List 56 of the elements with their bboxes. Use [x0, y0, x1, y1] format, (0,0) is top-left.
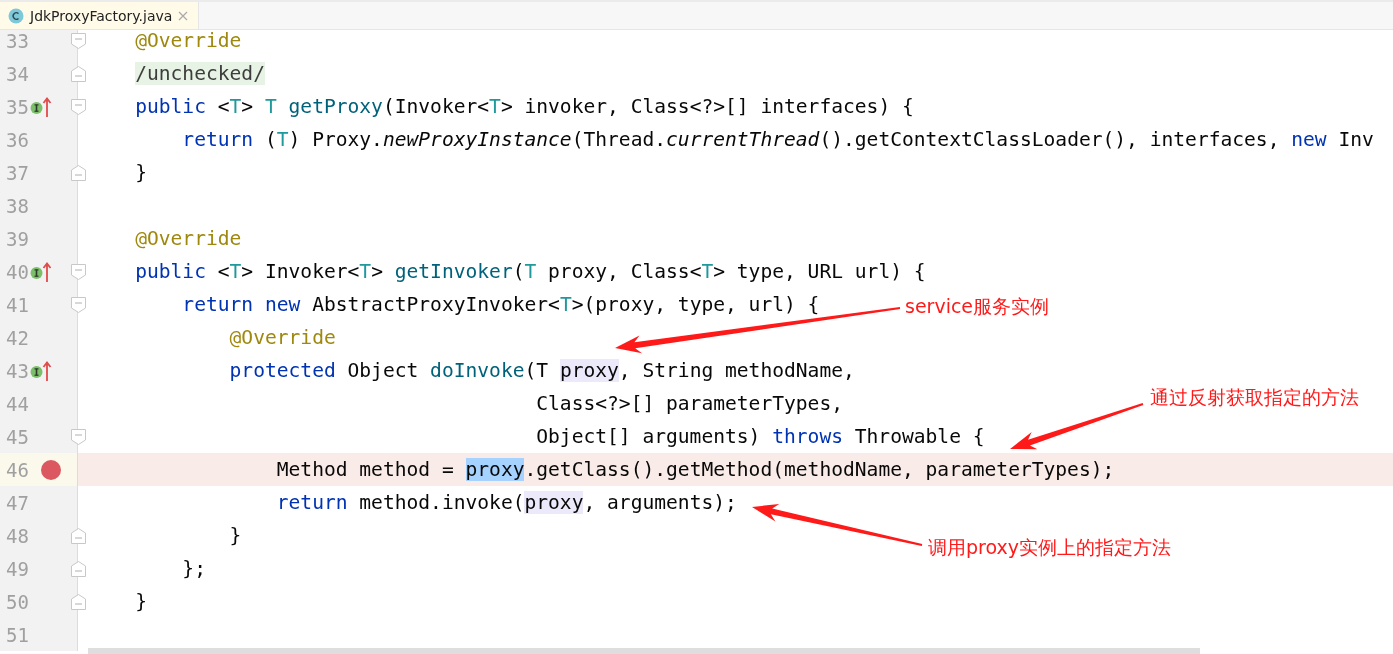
fold-icon[interactable] [71, 429, 86, 445]
line-number: 34 [5, 62, 30, 85]
annotation-label: service服务实例 [905, 294, 1050, 319]
line-number: 51 [5, 623, 30, 646]
breakpoint-icon[interactable] [40, 458, 62, 481]
line-number: 41 [5, 293, 30, 316]
fold-icon[interactable] [71, 561, 86, 577]
line-number: 33 [5, 30, 30, 52]
code-line: Class<?>[] parameterTypes, [535, 392, 843, 415]
line-number: 39 [5, 227, 30, 250]
line-number: 42 [5, 326, 30, 349]
line-number: 46 [5, 458, 30, 481]
code-line: @Override [228, 326, 336, 349]
line-number: 40 [5, 260, 30, 283]
fold-icon[interactable] [71, 33, 86, 49]
code-line: @Override [134, 227, 242, 250]
line-number: 49 [5, 557, 30, 580]
code-line: protected Object doInvoke(T proxy, String methodName, [228, 359, 855, 382]
implements-up-arrow-icon[interactable] [30, 359, 52, 382]
fold-icon[interactable] [71, 99, 86, 115]
fold-icon[interactable] [71, 594, 86, 610]
code-line: public <T> Invoker<T> getInvoker(T proxy, Class<T> type, URL url) { [134, 260, 926, 283]
code-line: Object[] arguments) throws Throwable { [535, 425, 985, 448]
line-number: 36 [5, 128, 30, 151]
code-line: } [134, 590, 147, 613]
code-line: }; [181, 557, 206, 580]
implements-up-arrow-icon[interactable] [30, 260, 52, 283]
code-line: } [228, 524, 242, 547]
fold-icon[interactable] [71, 66, 86, 82]
class-file-icon [8, 7, 24, 24]
fold-icon[interactable] [71, 297, 86, 313]
close-icon[interactable] [178, 10, 189, 21]
line-number: 45 [5, 425, 30, 448]
line-number: 48 [5, 524, 30, 547]
line-number: 43 [5, 359, 30, 382]
code-line: } [134, 161, 147, 184]
fold-icon[interactable] [71, 165, 86, 181]
fold-icon[interactable] [71, 528, 86, 544]
fold-icon[interactable] [71, 264, 86, 280]
line-number: 38 [5, 194, 30, 217]
horizontal-scrollbar[interactable] [88, 648, 1200, 654]
code-line: Method method = proxy.getClass().getMethod(methodName, parameterTypes); [275, 458, 1115, 481]
annotation-label: 调用proxy实例上的指定方法 [928, 535, 1171, 560]
code-line: @Override [134, 30, 242, 52]
annotation-label: 通过反射获取指定的方法 [1150, 385, 1359, 410]
line-number: 50 [5, 590, 30, 613]
implements-up-arrow-icon[interactable] [30, 95, 52, 118]
code-line: return (T) Proxy.newProxyInstance(Thread.currentThread().getContextClassLoader(), interfaces, new Inv [181, 128, 1374, 151]
line-number: 44 [5, 392, 30, 415]
code-line: return method.invoke(proxy, arguments); [275, 491, 737, 514]
code-line: public <T> T getProxy(Invoker<T> invoker, Class<?>[] interfaces) { [134, 95, 914, 118]
code-line: return new AbstractProxyInvoker<T>(proxy, type, url) { [181, 293, 820, 316]
line-number: 47 [5, 491, 30, 514]
line-number: 37 [5, 161, 30, 184]
line-number: 35 [5, 95, 30, 118]
editor-tab[interactable]: JdkProxyFactory.java [0, 2, 200, 29]
